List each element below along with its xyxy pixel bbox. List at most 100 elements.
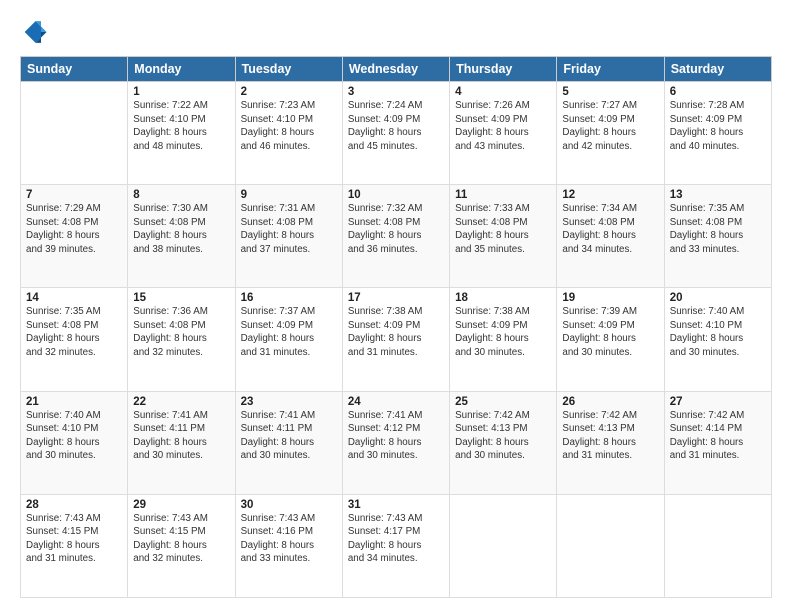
cell-content: Sunrise: 7:42 AMSunset: 4:13 PMDaylight:… (562, 409, 658, 463)
calendar-cell: 15Sunrise: 7:36 AMSunset: 4:08 PMDayligh… (128, 288, 235, 391)
day-number: 10 (348, 189, 444, 201)
logo-icon (20, 18, 48, 46)
cell-content: Sunrise: 7:32 AMSunset: 4:08 PMDaylight:… (348, 202, 444, 256)
calendar-cell: 1Sunrise: 7:22 AMSunset: 4:10 PMDaylight… (128, 82, 235, 185)
calendar-cell: 20Sunrise: 7:40 AMSunset: 4:10 PMDayligh… (664, 288, 771, 391)
column-header-wednesday: Wednesday (342, 57, 449, 82)
calendar-week-2: 7Sunrise: 7:29 AMSunset: 4:08 PMDaylight… (21, 185, 772, 288)
day-number: 27 (670, 396, 766, 408)
cell-content: Sunrise: 7:40 AMSunset: 4:10 PMDaylight:… (670, 305, 766, 359)
calendar-week-4: 21Sunrise: 7:40 AMSunset: 4:10 PMDayligh… (21, 391, 772, 494)
column-header-thursday: Thursday (450, 57, 557, 82)
logo (20, 18, 52, 46)
day-number: 20 (670, 292, 766, 304)
day-number: 3 (348, 86, 444, 98)
cell-content: Sunrise: 7:43 AMSunset: 4:16 PMDaylight:… (241, 512, 337, 566)
cell-content: Sunrise: 7:42 AMSunset: 4:13 PMDaylight:… (455, 409, 551, 463)
column-header-sunday: Sunday (21, 57, 128, 82)
calendar-cell (450, 494, 557, 597)
day-number: 9 (241, 189, 337, 201)
day-number: 24 (348, 396, 444, 408)
calendar-cell: 23Sunrise: 7:41 AMSunset: 4:11 PMDayligh… (235, 391, 342, 494)
calendar-cell: 4Sunrise: 7:26 AMSunset: 4:09 PMDaylight… (450, 82, 557, 185)
calendar-cell: 29Sunrise: 7:43 AMSunset: 4:15 PMDayligh… (128, 494, 235, 597)
calendar-cell: 19Sunrise: 7:39 AMSunset: 4:09 PMDayligh… (557, 288, 664, 391)
cell-content: Sunrise: 7:43 AMSunset: 4:15 PMDaylight:… (133, 512, 229, 566)
calendar-cell: 9Sunrise: 7:31 AMSunset: 4:08 PMDaylight… (235, 185, 342, 288)
cell-content: Sunrise: 7:31 AMSunset: 4:08 PMDaylight:… (241, 202, 337, 256)
calendar-cell: 12Sunrise: 7:34 AMSunset: 4:08 PMDayligh… (557, 185, 664, 288)
day-number: 13 (670, 189, 766, 201)
calendar-cell (557, 494, 664, 597)
column-header-monday: Monday (128, 57, 235, 82)
calendar-cell: 7Sunrise: 7:29 AMSunset: 4:08 PMDaylight… (21, 185, 128, 288)
cell-content: Sunrise: 7:39 AMSunset: 4:09 PMDaylight:… (562, 305, 658, 359)
day-number: 8 (133, 189, 229, 201)
calendar: SundayMondayTuesdayWednesdayThursdayFrid… (20, 56, 772, 598)
cell-content: Sunrise: 7:38 AMSunset: 4:09 PMDaylight:… (455, 305, 551, 359)
calendar-cell: 11Sunrise: 7:33 AMSunset: 4:08 PMDayligh… (450, 185, 557, 288)
calendar-cell: 17Sunrise: 7:38 AMSunset: 4:09 PMDayligh… (342, 288, 449, 391)
cell-content: Sunrise: 7:43 AMSunset: 4:15 PMDaylight:… (26, 512, 122, 566)
calendar-cell: 18Sunrise: 7:38 AMSunset: 4:09 PMDayligh… (450, 288, 557, 391)
day-number: 31 (348, 499, 444, 511)
column-header-friday: Friday (557, 57, 664, 82)
calendar-week-5: 28Sunrise: 7:43 AMSunset: 4:15 PMDayligh… (21, 494, 772, 597)
calendar-cell: 24Sunrise: 7:41 AMSunset: 4:12 PMDayligh… (342, 391, 449, 494)
day-number: 6 (670, 86, 766, 98)
page: SundayMondayTuesdayWednesdayThursdayFrid… (0, 0, 792, 612)
calendar-cell: 22Sunrise: 7:41 AMSunset: 4:11 PMDayligh… (128, 391, 235, 494)
day-number: 15 (133, 292, 229, 304)
day-number: 29 (133, 499, 229, 511)
cell-content: Sunrise: 7:33 AMSunset: 4:08 PMDaylight:… (455, 202, 551, 256)
day-number: 17 (348, 292, 444, 304)
header (20, 18, 772, 46)
cell-content: Sunrise: 7:36 AMSunset: 4:08 PMDaylight:… (133, 305, 229, 359)
cell-content: Sunrise: 7:24 AMSunset: 4:09 PMDaylight:… (348, 99, 444, 153)
day-number: 23 (241, 396, 337, 408)
calendar-cell: 27Sunrise: 7:42 AMSunset: 4:14 PMDayligh… (664, 391, 771, 494)
day-number: 1 (133, 86, 229, 98)
day-number: 16 (241, 292, 337, 304)
calendar-cell: 6Sunrise: 7:28 AMSunset: 4:09 PMDaylight… (664, 82, 771, 185)
cell-content: Sunrise: 7:42 AMSunset: 4:14 PMDaylight:… (670, 409, 766, 463)
day-number: 30 (241, 499, 337, 511)
calendar-cell: 21Sunrise: 7:40 AMSunset: 4:10 PMDayligh… (21, 391, 128, 494)
cell-content: Sunrise: 7:34 AMSunset: 4:08 PMDaylight:… (562, 202, 658, 256)
calendar-cell: 3Sunrise: 7:24 AMSunset: 4:09 PMDaylight… (342, 82, 449, 185)
day-number: 7 (26, 189, 122, 201)
day-number: 5 (562, 86, 658, 98)
calendar-cell: 8Sunrise: 7:30 AMSunset: 4:08 PMDaylight… (128, 185, 235, 288)
cell-content: Sunrise: 7:29 AMSunset: 4:08 PMDaylight:… (26, 202, 122, 256)
calendar-cell (21, 82, 128, 185)
calendar-cell: 2Sunrise: 7:23 AMSunset: 4:10 PMDaylight… (235, 82, 342, 185)
calendar-cell: 28Sunrise: 7:43 AMSunset: 4:15 PMDayligh… (21, 494, 128, 597)
cell-content: Sunrise: 7:41 AMSunset: 4:11 PMDaylight:… (241, 409, 337, 463)
cell-content: Sunrise: 7:22 AMSunset: 4:10 PMDaylight:… (133, 99, 229, 153)
cell-content: Sunrise: 7:23 AMSunset: 4:10 PMDaylight:… (241, 99, 337, 153)
calendar-cell (664, 494, 771, 597)
cell-content: Sunrise: 7:41 AMSunset: 4:11 PMDaylight:… (133, 409, 229, 463)
column-header-saturday: Saturday (664, 57, 771, 82)
day-number: 19 (562, 292, 658, 304)
cell-content: Sunrise: 7:27 AMSunset: 4:09 PMDaylight:… (562, 99, 658, 153)
calendar-cell: 16Sunrise: 7:37 AMSunset: 4:09 PMDayligh… (235, 288, 342, 391)
calendar-cell: 25Sunrise: 7:42 AMSunset: 4:13 PMDayligh… (450, 391, 557, 494)
calendar-cell: 13Sunrise: 7:35 AMSunset: 4:08 PMDayligh… (664, 185, 771, 288)
day-number: 22 (133, 396, 229, 408)
cell-content: Sunrise: 7:41 AMSunset: 4:12 PMDaylight:… (348, 409, 444, 463)
day-number: 14 (26, 292, 122, 304)
calendar-cell: 31Sunrise: 7:43 AMSunset: 4:17 PMDayligh… (342, 494, 449, 597)
calendar-cell: 26Sunrise: 7:42 AMSunset: 4:13 PMDayligh… (557, 391, 664, 494)
calendar-cell: 5Sunrise: 7:27 AMSunset: 4:09 PMDaylight… (557, 82, 664, 185)
day-number: 2 (241, 86, 337, 98)
day-number: 21 (26, 396, 122, 408)
day-number: 11 (455, 189, 551, 201)
day-number: 26 (562, 396, 658, 408)
column-header-tuesday: Tuesday (235, 57, 342, 82)
cell-content: Sunrise: 7:28 AMSunset: 4:09 PMDaylight:… (670, 99, 766, 153)
calendar-week-1: 1Sunrise: 7:22 AMSunset: 4:10 PMDaylight… (21, 82, 772, 185)
cell-content: Sunrise: 7:37 AMSunset: 4:09 PMDaylight:… (241, 305, 337, 359)
calendar-cell: 10Sunrise: 7:32 AMSunset: 4:08 PMDayligh… (342, 185, 449, 288)
cell-content: Sunrise: 7:35 AMSunset: 4:08 PMDaylight:… (670, 202, 766, 256)
